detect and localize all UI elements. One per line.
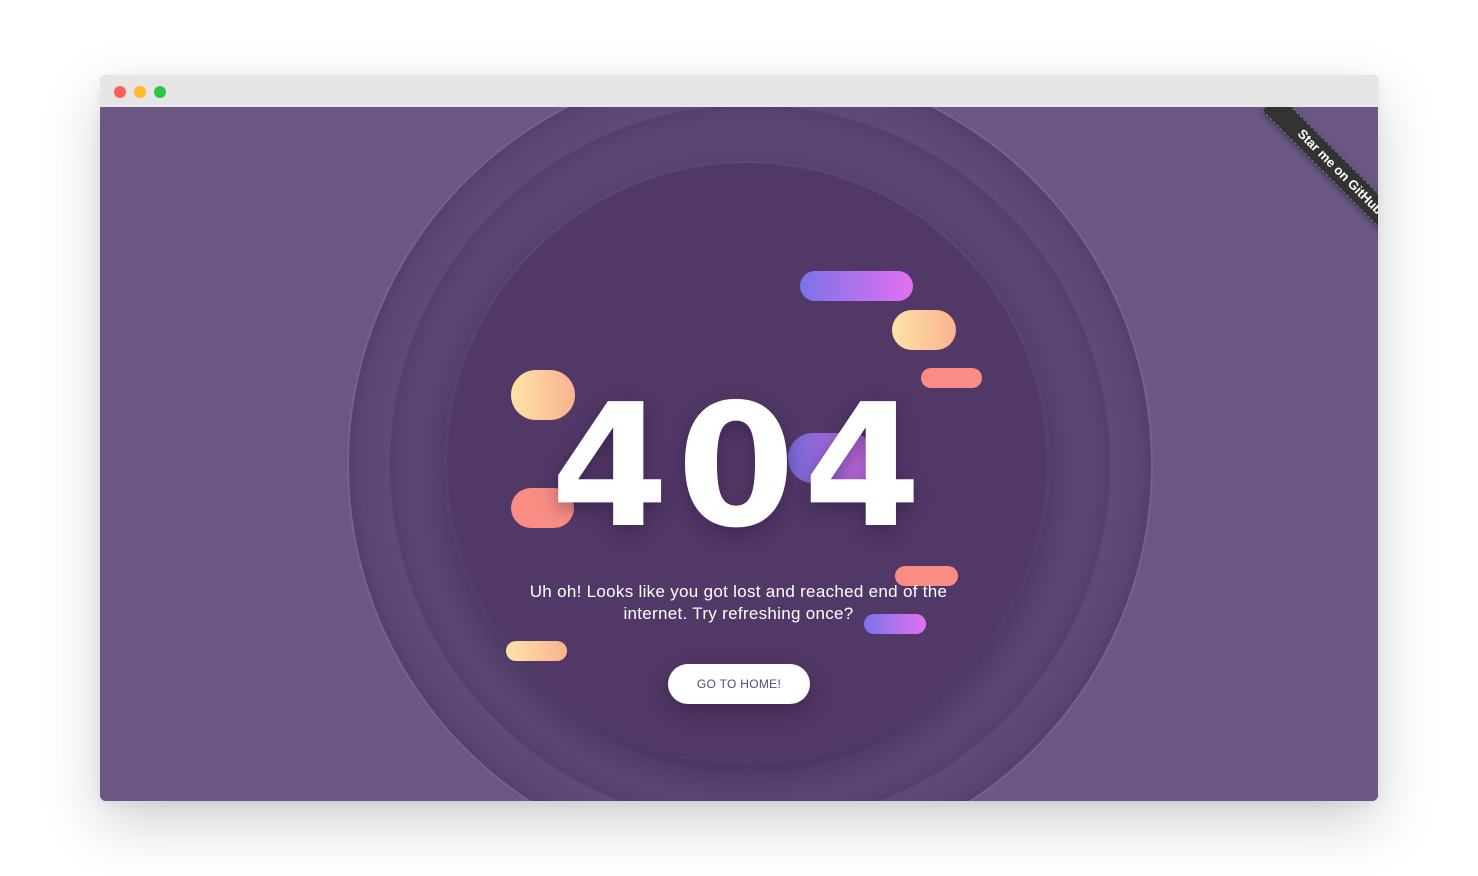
decorative-pill — [800, 271, 913, 301]
decorative-pill — [892, 310, 956, 350]
window-titlebar — [100, 75, 1378, 107]
zoom-dot[interactable] — [154, 86, 166, 98]
close-dot[interactable] — [114, 86, 126, 98]
page-viewport: 404 Uh oh! Looks like you got lost and r… — [100, 107, 1378, 801]
error-message: Uh oh! Looks like you got lost and reach… — [529, 582, 948, 623]
error-code: 404 — [550, 368, 930, 566]
minimize-dot[interactable] — [134, 86, 146, 98]
decorative-pill — [506, 641, 567, 661]
decorative-pill — [921, 368, 982, 388]
github-ribbon[interactable]: Star me on GitHub — [1262, 107, 1378, 250]
browser-window: 404 Uh oh! Looks like you got lost and r… — [100, 75, 1378, 801]
go-home-button[interactable]: GO TO HOME! — [668, 664, 810, 704]
